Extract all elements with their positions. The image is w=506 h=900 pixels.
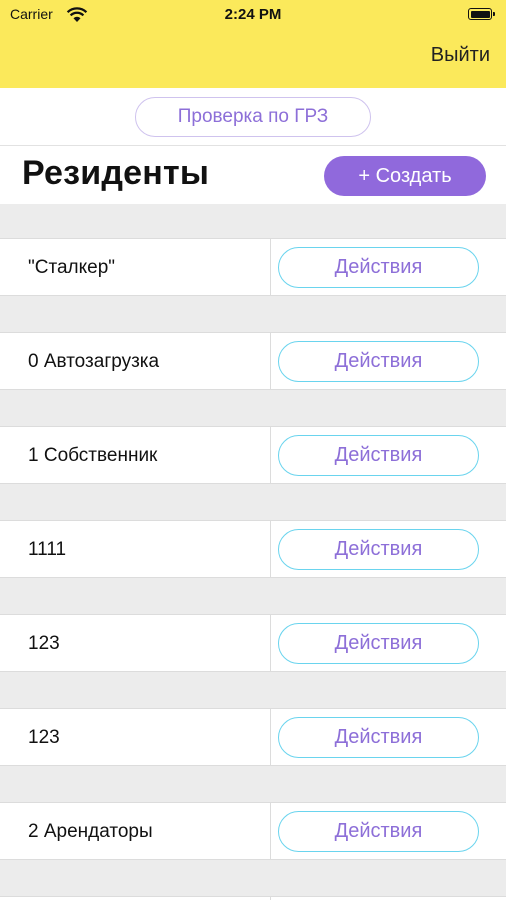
list-item: 2 Арендаторы Действия [0,802,506,860]
row-divider [270,709,271,765]
list-gap [0,672,506,708]
create-button[interactable]: + Создать [324,156,486,196]
resident-name: 2 Арендаторы [28,821,153,842]
row-divider [270,521,271,577]
actions-button[interactable]: Действия [278,811,479,852]
list-item: "Сталкер" Действия [0,238,506,296]
row-divider [270,803,271,859]
actions-button[interactable]: Действия [278,341,479,382]
header-bar: Carrier 2:24 PM Выйти [0,0,506,88]
list-gap [0,860,506,896]
list-gap [0,578,506,614]
divider [0,145,506,146]
resident-name: 1111 [28,539,67,560]
row-divider [270,615,271,671]
list-item: 1111 Действия [0,520,506,578]
list-gap [0,766,506,802]
list-item: 0 Автозагрузка Действия [0,332,506,390]
resident-name: 0 Автозагрузка [28,351,160,372]
status-bar: Carrier 2:24 PM [0,0,506,30]
page-title: Резиденты [22,154,210,192]
actions-button[interactable]: Действия [278,529,479,570]
logout-button[interactable]: Выйти [431,44,490,67]
grz-check-button[interactable]: Проверка по ГРЗ [135,97,371,137]
battery-icon [468,8,495,20]
actions-button[interactable]: Действия [278,717,479,758]
list-gap [0,204,506,238]
resident-name: 123 [28,633,60,654]
row-divider [270,239,271,295]
resident-name: 123 [28,727,60,748]
resident-name: 1 Собственник [28,445,158,466]
list-item: 123 Действия [0,708,506,766]
list-item: 1 Собственник Действия [0,426,506,484]
list-gap [0,296,506,332]
actions-button[interactable]: Действия [278,247,479,288]
row-divider [270,427,271,483]
list-gap [0,390,506,426]
status-time: 2:24 PM [224,6,282,23]
actions-button[interactable]: Действия [278,623,479,664]
list-item: 123 Действия [0,614,506,672]
residents-list: "Сталкер" Действия 0 Автозагрузка Действ… [0,204,506,900]
list-gap [0,484,506,520]
resident-name: "Сталкер" [28,257,116,278]
row-divider [270,333,271,389]
actions-button[interactable]: Действия [278,435,479,476]
list-item [0,896,506,900]
